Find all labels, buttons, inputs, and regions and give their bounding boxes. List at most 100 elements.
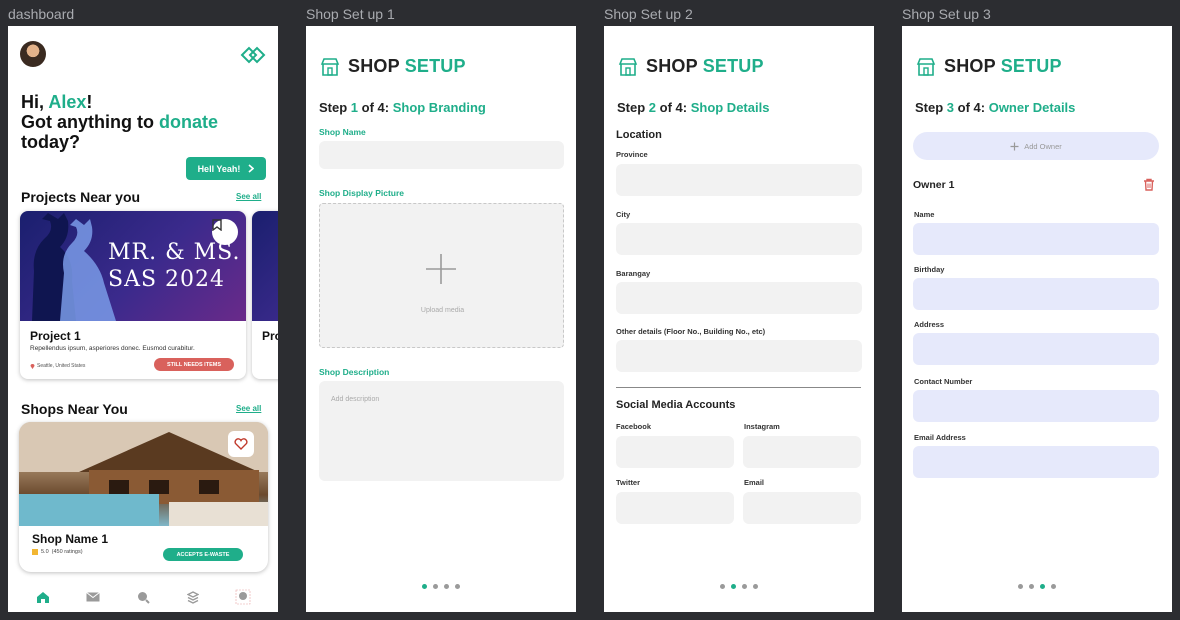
setup1-frame: SHOP SETUP Step 1 of 4: Shop Branding Sh… xyxy=(306,26,576,612)
project-name: Pro xyxy=(262,329,278,343)
avatar[interactable] xyxy=(20,41,46,67)
hell-yeah-button[interactable]: Hell Yeah! xyxy=(186,157,266,180)
projects-see-all-link[interactable]: See all xyxy=(236,192,261,201)
project-description: Repellendus ipsum, asperiores donec. Eus… xyxy=(30,345,195,352)
shops-see-all-link[interactable]: See all xyxy=(236,404,261,413)
poster-title: MR. & MS. SAS 2024 xyxy=(108,240,241,292)
search-icon[interactable] xyxy=(134,588,152,606)
page-dot xyxy=(433,584,438,589)
app-logo-icon xyxy=(240,44,266,66)
page-dot xyxy=(742,584,747,589)
bottom-tab-bar xyxy=(8,582,278,612)
bookmark-icon[interactable] xyxy=(212,219,238,245)
frame-label-setup1: Shop Set up 1 xyxy=(306,6,395,22)
page-dot xyxy=(1018,584,1023,589)
plus-icon xyxy=(1010,142,1019,151)
city-input[interactable] xyxy=(616,223,862,255)
project-card[interactable]: Pro xyxy=(252,211,278,379)
project-card[interactable]: MR. & MS. SAS 2024 Project 1 Repellendus … xyxy=(20,211,246,379)
frame-label-setup3: Shop Set up 3 xyxy=(902,6,991,22)
mail-icon[interactable] xyxy=(84,588,102,606)
trash-icon[interactable] xyxy=(1143,178,1155,191)
shop-name: Shop Name 1 xyxy=(32,532,109,546)
shops-heading: Shops Near You xyxy=(21,401,128,417)
shop-rating: 5.0 (450 ratings) xyxy=(32,549,83,555)
store-icon xyxy=(618,57,638,76)
pagination-dots xyxy=(902,584,1172,589)
page-title: SHOP SETUP xyxy=(944,56,1062,76)
shop-card[interactable]: Shop Name 1 5.0 (450 ratings) ACCEPTS E-… xyxy=(19,422,268,572)
page-dot xyxy=(731,584,736,589)
frame-label-setup2: Shop Set up 2 xyxy=(604,6,693,22)
display-picture-label: Shop Display Picture xyxy=(319,188,405,198)
page-dot xyxy=(444,584,449,589)
location-heading: Location xyxy=(616,129,662,141)
status-badge: STILL NEEDS ITEMS xyxy=(154,358,234,371)
name-label: Name xyxy=(914,210,935,219)
project-location: Seattle, United States xyxy=(30,363,85,369)
description-textarea[interactable]: Add description xyxy=(319,381,564,481)
contact-number-label: Contact Number xyxy=(914,377,973,386)
upload-media-text: Upload media xyxy=(420,307,465,314)
upload-media-dropzone[interactable]: Upload media xyxy=(319,203,564,348)
shop-name-input[interactable] xyxy=(319,141,564,169)
setup3-frame: SHOP SETUP Step 3 of 4: Owner Details Ad… xyxy=(902,26,1172,612)
dashboard-frame: Hi, Alex! Got anything to donate today? … xyxy=(8,26,278,612)
description-placeholder: Add description xyxy=(331,396,380,403)
email-input[interactable] xyxy=(743,492,861,524)
page-dot xyxy=(753,584,758,589)
page-dot xyxy=(1040,584,1045,589)
instagram-input[interactable] xyxy=(743,436,861,468)
name-input[interactable] xyxy=(913,223,1159,255)
shop-tag-badge: ACCEPTS E-WASTE xyxy=(163,548,243,561)
layers-icon[interactable] xyxy=(184,588,202,606)
facebook-input[interactable] xyxy=(616,436,734,468)
project-image xyxy=(252,211,278,321)
barangay-label: Barangay xyxy=(616,269,651,278)
address-label: Address xyxy=(914,320,945,329)
step-indicator: Step 3 of 4: Owner Details xyxy=(915,100,1076,115)
email-label: Email xyxy=(744,478,765,487)
frame-label-dashboard: dashboard xyxy=(8,6,75,22)
page-dot xyxy=(720,584,725,589)
store-icon xyxy=(916,57,936,76)
project-name: Project 1 xyxy=(30,329,81,343)
hell-yeah-label: Hell Yeah! xyxy=(197,163,241,174)
plus-icon xyxy=(424,252,458,286)
profile-icon[interactable] xyxy=(234,588,252,606)
address-input[interactable] xyxy=(913,333,1159,365)
birthday-label: Birthday xyxy=(914,265,945,274)
contact-number-input[interactable] xyxy=(913,390,1159,422)
add-owner-button[interactable]: Add Owner xyxy=(913,132,1159,160)
page-title: SHOP SETUP xyxy=(348,56,466,76)
social-heading: Social Media Accounts xyxy=(616,399,736,411)
heart-icon[interactable] xyxy=(228,431,254,457)
setup-header: SHOP SETUP xyxy=(320,56,466,77)
pagination-dots xyxy=(306,584,576,589)
step-indicator: Step 1 of 4: Shop Branding xyxy=(319,100,486,115)
home-icon[interactable] xyxy=(34,588,52,606)
project-image: MR. & MS. SAS 2024 xyxy=(20,211,246,321)
email-address-label: Email Address xyxy=(914,433,966,442)
star-icon xyxy=(32,549,38,555)
barangay-input[interactable] xyxy=(616,282,862,314)
facebook-label: Facebook xyxy=(616,422,652,431)
twitter-input[interactable] xyxy=(616,492,734,524)
shop-image xyxy=(19,422,268,526)
page-dot xyxy=(422,584,427,589)
province-input[interactable] xyxy=(616,164,862,196)
page-dot xyxy=(455,584,460,589)
birthday-input[interactable] xyxy=(913,278,1159,310)
store-icon xyxy=(320,57,340,76)
add-owner-label: Add Owner xyxy=(1024,141,1062,151)
shop-name-label: Shop Name xyxy=(319,127,366,137)
other-details-label: Other details (Floor No., Building No., … xyxy=(616,327,766,336)
instagram-label: Instagram xyxy=(744,422,780,431)
section-divider xyxy=(616,387,861,388)
other-details-input[interactable] xyxy=(616,340,862,372)
email-address-input[interactable] xyxy=(913,446,1159,478)
setup2-frame: SHOP SETUP Step 2 of 4: Shop Details Loc… xyxy=(604,26,874,612)
step-indicator: Step 2 of 4: Shop Details xyxy=(617,100,770,115)
projects-heading: Projects Near you xyxy=(21,189,141,205)
pagination-dots xyxy=(604,584,874,589)
